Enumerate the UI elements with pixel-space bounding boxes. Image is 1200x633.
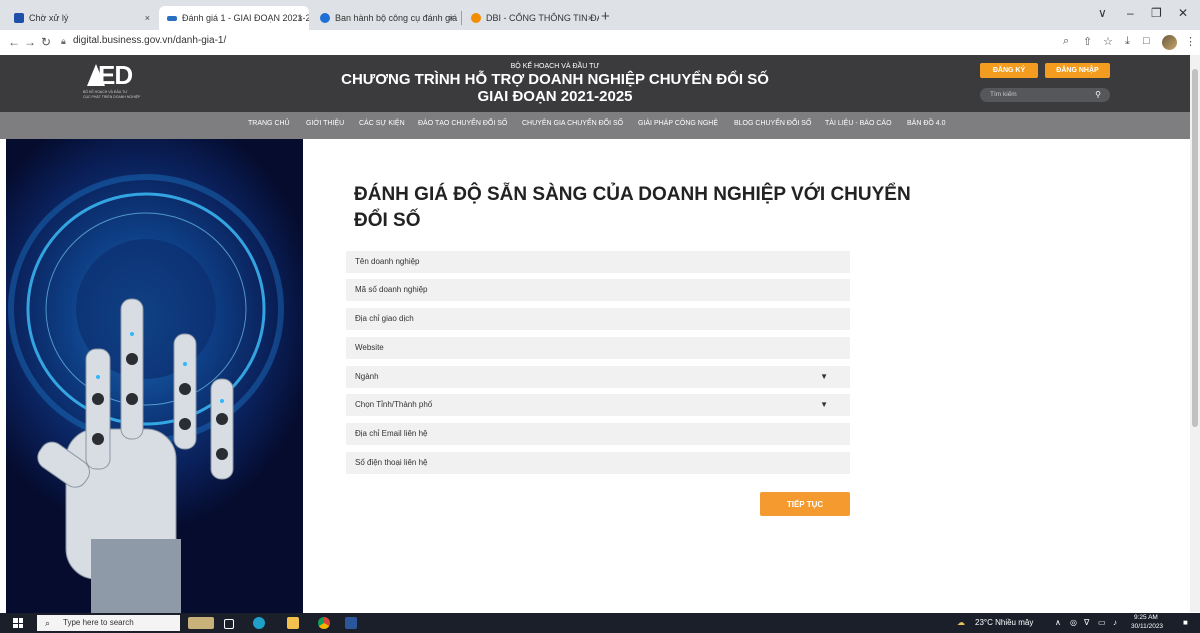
bookmark-star-icon[interactable]: ☆ — [1103, 35, 1113, 48]
form-title: ĐÁNH GIÁ ĐỘ SẴN SÀNG CỦA DOANH NGHIỆP VỚ… — [354, 184, 911, 205]
tab-favicon — [167, 15, 177, 21]
scrollbar-thumb[interactable] — [1192, 69, 1198, 427]
tab-favicon — [320, 13, 330, 23]
share-icon[interactable]: ⇧ — [1083, 35, 1092, 48]
browser-tab[interactable]: Ban hành bộ công cụ đánh giá × — [312, 6, 460, 30]
edge-icon[interactable] — [253, 617, 265, 629]
chrome-icon[interactable] — [318, 617, 330, 629]
program-title: CHƯƠNG TRÌNH HỖ TRỢ DOANH NGHIỆP CHUYỂN … — [341, 71, 769, 88]
tray-chevron-up-icon[interactable]: ∧ — [1055, 618, 1061, 627]
notifications-icon[interactable]: ■ — [1183, 618, 1188, 627]
industry-placeholder: Ngành — [355, 372, 379, 381]
clock-time[interactable]: 9:25 AM — [1134, 614, 1158, 621]
close-window-icon[interactable]: ✕ — [1178, 6, 1188, 20]
nav-item-map[interactable]: BẢN ĐỒ 4.0 — [907, 120, 946, 127]
address-placeholder: Địa chỉ giao dịch — [355, 314, 414, 323]
weather-text[interactable]: 23°C Nhiều mây — [975, 618, 1033, 627]
sidepanel-icon[interactable]: □ — [1143, 35, 1150, 47]
browser-tab[interactable]: Chờ xử lý × — [6, 6, 156, 30]
tab-favicon — [471, 13, 481, 23]
search-icon: ⌕ — [45, 618, 51, 628]
nav-item-solutions[interactable]: GIẢI PHÁP CÔNG NGHỆ — [638, 120, 718, 127]
nav-item-home[interactable]: TRANG CHỦ — [248, 120, 290, 127]
taskbar-search-placeholder: Type here to search — [63, 618, 134, 627]
ministry-label: BỘ KẾ HOẠCH VÀ ĐẦU TƯ — [510, 63, 600, 70]
nav-item-experts[interactable]: CHUYÊN GIA CHUYỂN ĐỔI SỐ — [522, 120, 623, 127]
cortana-widget-icon[interactable] — [188, 617, 214, 629]
browser-tab-active[interactable]: Đánh giá 1 - GIAI ĐOẠN 2021-2 × — [159, 6, 309, 30]
browser-tab[interactable]: DBI - CỔNG THÔNG TIN ĐÁNH × — [463, 6, 599, 30]
reload-icon[interactable]: ↻ — [41, 35, 51, 49]
robot-hand-hero-image — [6, 139, 303, 613]
battery-icon[interactable]: ▭ — [1098, 618, 1106, 627]
form-title-line2: ĐỔI SỐ — [354, 210, 421, 231]
profile-avatar[interactable] — [1162, 35, 1177, 50]
file-explorer-icon[interactable] — [287, 617, 299, 629]
new-tab-button[interactable]: + — [601, 8, 610, 25]
tab-favicon — [14, 13, 24, 23]
nav-item-documents[interactable]: TÀI LIỆU - BÁO CÁO — [825, 120, 892, 127]
close-tab-icon[interactable]: × — [588, 13, 593, 23]
phone-field[interactable]: Số điện thoại liên hệ — [346, 452, 850, 474]
wifi-icon[interactable]: ∇ — [1084, 618, 1089, 627]
windows-start-icon[interactable] — [13, 618, 23, 628]
site-search-input[interactable]: Tìm kiếm ⚲ — [980, 88, 1110, 102]
province-select[interactable]: Chọn Tỉnh/Thành phố ▼ — [346, 394, 850, 416]
taskbar-search-input[interactable]: ⌕ Type here to search — [37, 615, 180, 631]
download-icon[interactable]: ⤓ — [1125, 35, 1130, 48]
login-button[interactable]: ĐĂNG NHẬP — [1045, 63, 1110, 78]
chevron-down-icon: ▼ — [820, 372, 828, 381]
volume-icon[interactable]: ♪ — [1113, 618, 1117, 627]
program-period: GIAI ĐOẠN 2021-2025 — [477, 88, 633, 105]
nav-item-about[interactable]: GIỚI THIỆU — [306, 120, 344, 127]
website-placeholder: Website — [355, 343, 384, 352]
industry-select[interactable]: Ngành ▼ — [346, 366, 850, 388]
lock-icon[interactable]: 🔒︎ — [61, 36, 66, 47]
tab-title: DBI - CỔNG THÔNG TIN ĐÁNH — [486, 13, 599, 23]
tax-code-placeholder: Mã số doanh nghiệp — [355, 285, 428, 294]
weather-cloud-icon[interactable]: ☁ — [957, 618, 965, 627]
address-field[interactable]: Địa chỉ giao dịch — [346, 308, 850, 330]
close-tab-icon[interactable]: × — [449, 13, 454, 23]
word-icon[interactable] — [345, 617, 357, 629]
tax-code-field[interactable]: Mã số doanh nghiệp — [346, 279, 850, 301]
close-tab-icon[interactable]: × — [145, 13, 150, 23]
minimize-icon[interactable]: – — [1127, 6, 1134, 20]
nav-item-events[interactable]: CÁC SỰ KIỆN — [359, 120, 405, 127]
site-search-placeholder: Tìm kiếm — [990, 91, 1017, 98]
company-name-field[interactable]: Tên doanh nghiệp — [346, 251, 850, 273]
clock-date[interactable]: 30/11/2023 — [1131, 623, 1163, 630]
close-tab-icon[interactable]: × — [298, 13, 303, 23]
tab-title: Đánh giá 1 - GIAI ĐOẠN 2021-2 — [182, 13, 309, 23]
task-view-icon[interactable] — [224, 619, 234, 629]
restore-icon[interactable]: ❐ — [1151, 6, 1162, 20]
nav-item-blog[interactable]: BLOG CHUYỂN ĐỔI SỐ — [734, 120, 811, 127]
email-field[interactable]: Địa chỉ Email liên hệ — [346, 423, 850, 445]
company-name-placeholder: Tên doanh nghiệp — [355, 257, 420, 266]
continue-button[interactable]: TIẾP TỤC — [760, 492, 850, 516]
province-placeholder: Chọn Tỉnh/Thành phố — [355, 400, 433, 409]
forward-icon[interactable]: → — [24, 35, 36, 49]
network-icon[interactable]: ◎ — [1070, 618, 1077, 627]
search-icon[interactable]: ⚲ — [1095, 88, 1101, 102]
url-field[interactable]: digital.business.gov.vn/danh-gia-1/ — [73, 35, 226, 46]
tab-title: Chờ xử lý — [29, 13, 69, 23]
tab-search-icon[interactable]: ∨ — [1098, 6, 1107, 20]
website-field[interactable]: Website — [346, 337, 850, 359]
chevron-down-icon: ▼ — [820, 400, 828, 409]
robot-hand-illustration — [8, 174, 284, 613]
phone-placeholder: Số điện thoại liên hệ — [355, 458, 428, 467]
zoom-icon[interactable]: ⌕ — [1063, 35, 1069, 48]
tab-separator — [461, 11, 462, 25]
email-placeholder: Địa chỉ Email liên hệ — [355, 429, 428, 438]
menu-kebab-icon[interactable]: ⋮ — [1185, 35, 1196, 48]
register-button[interactable]: ĐĂNG KÝ — [980, 63, 1038, 78]
back-icon[interactable]: ← — [8, 35, 20, 49]
nav-item-training[interactable]: ĐÀO TẠO CHUYỂN ĐỔI SỐ — [418, 120, 507, 127]
tab-title: Ban hành bộ công cụ đánh giá — [335, 13, 458, 23]
